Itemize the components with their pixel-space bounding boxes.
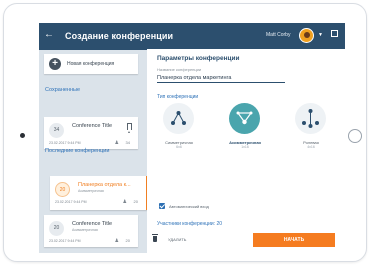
list-item[interactable]: 34 Conference Title 23.02.2017 9:44 PM ♟… <box>44 117 138 149</box>
name-field-label: Название конференции <box>157 67 202 72</box>
trash-icon[interactable] <box>152 234 158 242</box>
app-header: ← Создание конференции Matt Corby ▼ <box>39 23 345 50</box>
type-size: 6x6 <box>176 145 182 149</box>
plus-icon: + <box>49 58 61 70</box>
participant-count-circle: 34 <box>49 123 64 138</box>
panel-footer: УДАЛИТЬ НАЧАТЬ <box>147 228 345 253</box>
auto-entry-checkbox[interactable] <box>159 203 165 209</box>
tablet-frame: ← Создание конференции Matt Corby ▼ + Но… <box>3 3 367 262</box>
fullscreen-icon[interactable] <box>331 30 338 37</box>
conference-title: Планерка отдела к... <box>78 182 131 188</box>
conference-title: Conference Title <box>72 221 113 227</box>
conference-type-label: Тип конференции <box>157 94 199 100</box>
conference-date: 23.02.2017 9:44 PM <box>55 200 87 204</box>
user-name[interactable]: Matt Corby <box>266 32 290 38</box>
participants-title: Участники конференции: 20 <box>157 221 223 227</box>
app-screen: ← Создание конференции Matt Corby ▼ + Но… <box>39 23 345 253</box>
participant-count: 20 <box>133 199 138 204</box>
conference-date: 23.02.2017 9:44 PM <box>49 239 81 243</box>
home-button[interactable] <box>348 129 362 143</box>
people-icon: ♟ <box>114 140 119 146</box>
start-button[interactable]: НАЧАТЬ <box>253 233 335 247</box>
participant-count-circle: 20 <box>49 221 64 236</box>
conference-title: Conference Title <box>72 123 113 129</box>
list-item[interactable]: 20 Планерка отдела к... Асимметричная 23… <box>50 176 149 210</box>
auto-entry-label: Автоматический вход <box>169 204 209 209</box>
conference-name-input[interactable] <box>157 73 285 83</box>
new-conference-button[interactable]: + Новая конференция <box>44 54 138 74</box>
type-size: 4x16 <box>307 145 315 149</box>
chevron-down-icon[interactable]: ▼ <box>318 32 323 38</box>
conference-type: Асимметричная <box>72 228 98 232</box>
participant-count: 20 <box>125 238 130 243</box>
panel-title: Параметры конференции <box>157 55 240 62</box>
bookmark-icon[interactable] <box>127 123 132 133</box>
conference-type: Асимметричная <box>78 189 104 193</box>
conference-date: 23.02.2017 9:44 PM <box>49 141 81 145</box>
people-icon: ♟ <box>122 199 127 205</box>
list-item[interactable]: 20 Conference Title Асимметричная 23.02.… <box>44 215 138 247</box>
conference-settings-panel: Параметры конференции Название конференц… <box>147 49 345 253</box>
type-size: 1x16 <box>241 145 249 149</box>
role-type-icon <box>295 103 326 134</box>
new-conference-label: Новая конференция <box>67 61 115 67</box>
people-icon: ♟ <box>114 238 119 244</box>
participant-count-circle: 20 <box>55 182 70 197</box>
page-title: Создание конференции <box>65 31 174 41</box>
saved-section-title: Сохраненные <box>45 87 81 93</box>
delete-button[interactable]: УДАЛИТЬ <box>168 237 186 242</box>
recent-section-title: Последние конференции <box>45 148 110 154</box>
participant-count: 34 <box>125 140 130 145</box>
asymmetric-type-icon <box>229 103 260 134</box>
symmetric-type-icon <box>163 103 194 134</box>
camera-dot <box>20 133 25 138</box>
avatar[interactable] <box>299 28 314 43</box>
arrow-left-icon[interactable]: ← <box>44 29 54 40</box>
